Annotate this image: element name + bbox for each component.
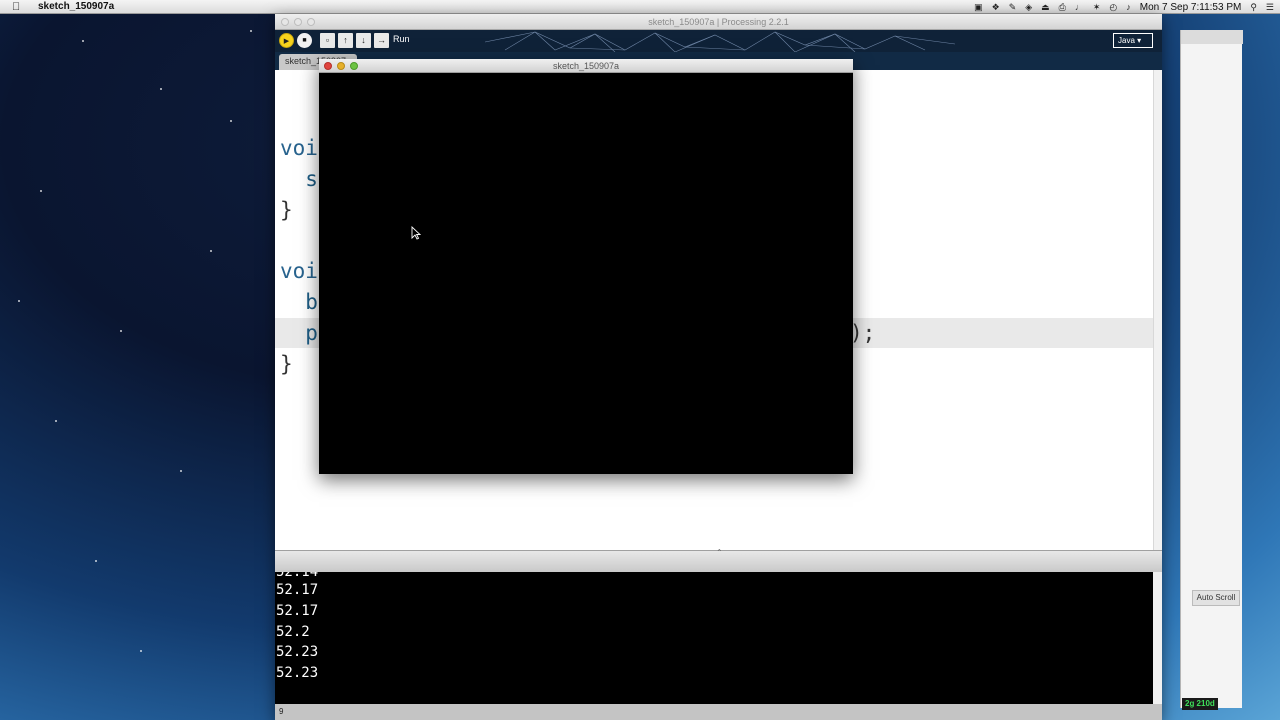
console-output[interactable]: 52.14 52.17 52.17 52.2 52.23 52.23 <box>275 572 1162 704</box>
code-line-4[interactable]: voi <box>280 259 318 283</box>
console-divider[interactable]: ⌃ <box>275 548 1162 572</box>
console-line: 52.2 <box>276 624 310 640</box>
close-icon[interactable] <box>324 62 332 70</box>
editor-scrollbar[interactable] <box>1153 70 1162 550</box>
save-file-icon[interactable]: ↓ <box>356 33 371 48</box>
apple-icon[interactable]:  <box>12 1 26 13</box>
mouse-cursor-icon <box>411 226 421 240</box>
close-icon[interactable] <box>281 18 289 26</box>
toolbar-status-label: Run <box>393 34 410 44</box>
console-line: 52.14 <box>276 572 319 580</box>
export-icon[interactable]: → <box>374 33 389 48</box>
toolbar-network-decoration <box>484 31 956 52</box>
bluetooth-icon[interactable]: ✶ <box>1093 2 1101 13</box>
sketch-title-bar[interactable]: sketch_150907a <box>319 59 853 73</box>
console-line: 52.23 <box>276 644 319 660</box>
sketch-window-title: sketch_150907a <box>552 61 620 71</box>
code-line-7[interactable]: } <box>280 352 293 376</box>
menubar-status-area: ▣ ❖ ✎ ◈ ⏏ ⎙ ♩ ✶ ◴ ♪ Mon 7 Sep 7:11:53 PM… <box>974 0 1274 14</box>
open-file-icon[interactable]: ↑ <box>338 33 353 48</box>
sketch-window: sketch_150907a <box>319 59 853 474</box>
eject-icon[interactable]: ⏏ <box>1041 2 1050 13</box>
clipboard-icon[interactable]: ✎ <box>1009 2 1017 13</box>
auto-scroll-button[interactable]: Auto Scroll <box>1192 590 1240 606</box>
notification-center-icon[interactable]: ☰ <box>1266 2 1274 13</box>
evernote-icon[interactable]: ◈ <box>1025 2 1032 13</box>
mode-selector[interactable]: Java ▾ <box>1113 33 1153 48</box>
code-line-3[interactable]: } <box>280 198 293 222</box>
code-line-2[interactable]: s <box>280 167 318 191</box>
line-number-status: 9 <box>275 704 1162 720</box>
minimize-icon[interactable] <box>294 18 302 26</box>
console-line: 52.17 <box>276 603 319 619</box>
editor-title-bar: sketch_150907a | Processing 2.2.1 <box>275 14 1162 30</box>
console-scrollbar[interactable] <box>1153 572 1162 704</box>
code-line-6-tail[interactable]: ); <box>850 321 875 345</box>
divider-handle-icon[interactable]: ⌃ <box>716 548 723 557</box>
time-machine-icon[interactable]: ◴ <box>1109 2 1117 13</box>
zoom-icon[interactable] <box>350 62 358 70</box>
new-file-icon[interactable]: ▫ <box>320 33 335 48</box>
printer-icon[interactable]: ⎙ <box>1059 2 1066 13</box>
background-window <box>1180 30 1243 708</box>
dropbox-icon[interactable]: ❖ <box>992 2 1000 13</box>
volume-icon[interactable]: ♪ <box>1126 2 1131 12</box>
mute-icon[interactable]: ♩ <box>1075 2 1084 12</box>
editor-toolbar: ▶ ■ ▫ ↑ ↓ → Run Java ▾ <box>275 30 1162 52</box>
zoom-icon[interactable] <box>307 18 315 26</box>
spotlight-search-icon[interactable]: ⚲ <box>1250 2 1257 13</box>
code-line-6[interactable]: p <box>280 321 318 345</box>
menu-bar:  sketch_150907a ▣ ❖ ✎ ◈ ⏏ ⎙ ♩ ✶ ◴ ♪ Mon… <box>0 0 1280 14</box>
camera-icon[interactable]: ▣ <box>974 2 983 13</box>
stop-button[interactable]: ■ <box>297 33 312 48</box>
editor-window-title: sketch_150907a | Processing 2.2.1 <box>648 17 789 27</box>
console-line: 52.17 <box>276 582 319 598</box>
code-line-5[interactable]: b <box>280 290 318 314</box>
background-window-titlebar <box>1181 30 1243 44</box>
menubar-clock[interactable]: Mon 7 Sep 7:11:53 PM <box>1140 2 1242 13</box>
minimize-icon[interactable] <box>337 62 345 70</box>
console-line: 52.23 <box>276 665 319 681</box>
code-line-1[interactable]: voi <box>280 136 318 160</box>
memory-badge: 2g 210d <box>1182 698 1218 710</box>
run-button[interactable]: ▶ <box>279 33 294 48</box>
menubar-app-name[interactable]: sketch_150907a <box>38 1 114 12</box>
